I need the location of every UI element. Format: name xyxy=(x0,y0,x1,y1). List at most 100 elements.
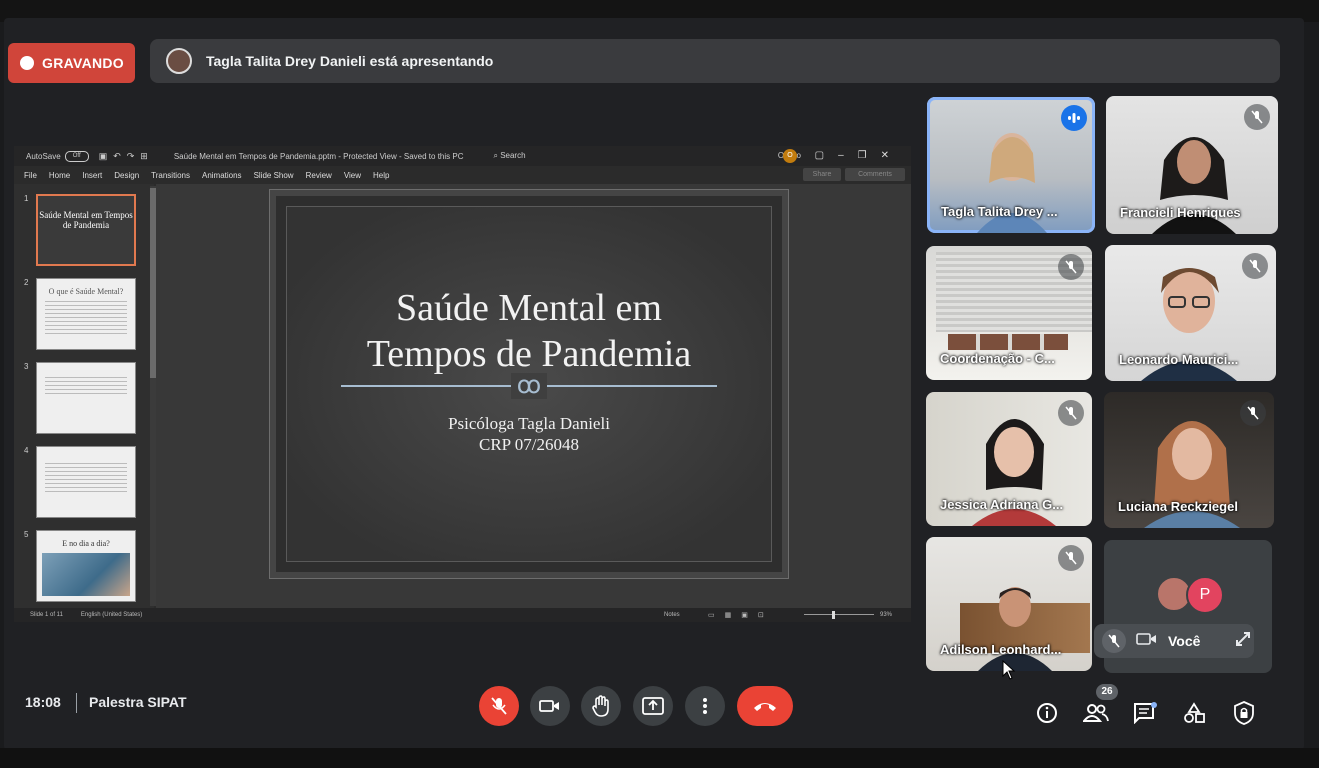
ribbon-tab-design[interactable]: Design xyxy=(114,171,139,180)
thumb-text-lines xyxy=(45,301,127,335)
presenting-text: Tagla Talita Drey Danieli está apresenta… xyxy=(206,53,494,69)
mic-off-icon xyxy=(1058,254,1084,280)
mic-off-icon[interactable] xyxy=(1102,629,1126,653)
participant-tile[interactable]: Adilson Leonhard... xyxy=(926,537,1092,671)
ppt-user-avatar: O xyxy=(783,149,797,163)
thumb-text-lines xyxy=(45,463,127,493)
ppt-search[interactable]: ⌕ Search xyxy=(493,151,525,161)
ribbon-tab-home[interactable]: Home xyxy=(49,171,70,180)
slide-frame: Saúde Mental em Tempos de Pandemia ꝏ Psi… xyxy=(286,206,772,562)
ppt-ribbon-tabs: File Home Insert Design Transitions Anim… xyxy=(14,166,911,184)
thumb-number: 1 xyxy=(24,194,29,203)
mouse-pointer-icon xyxy=(1002,660,1016,680)
ribbon-tab-file[interactable]: File xyxy=(24,171,37,180)
participant-name: Leonardo Maurici... xyxy=(1119,352,1239,367)
slide-thumbnail-1[interactable]: Saúde Mental em Tempos de Pandemia xyxy=(36,194,136,266)
people-button[interactable] xyxy=(1083,700,1109,726)
meeting-clock: 18:08 xyxy=(25,694,61,710)
expand-icon[interactable] xyxy=(1234,630,1252,653)
participant-tile[interactable]: Tagla Talita Drey ... xyxy=(927,97,1095,233)
recording-label: GRAVANDO xyxy=(42,55,124,71)
record-dot-icon xyxy=(20,56,34,70)
current-slide[interactable]: Saúde Mental em Tempos de Pandemia ꝏ Psi… xyxy=(269,189,789,579)
ribbon-tab-help[interactable]: Help xyxy=(373,171,389,180)
participant-tile[interactable]: Jessica Adriana G... xyxy=(926,392,1092,526)
zoom-level[interactable]: 93% xyxy=(880,612,892,618)
slide-thumbnail-2[interactable]: O que é Saúde Mental? xyxy=(36,278,136,350)
participant-name: Adilson Leonhard... xyxy=(940,642,1062,657)
leave-call-button[interactable] xyxy=(737,686,793,726)
window-controls[interactable]: ▢–❐✕ xyxy=(815,150,903,161)
camera-icon[interactable] xyxy=(1136,632,1158,651)
monitor-bezel-bottom xyxy=(0,748,1319,768)
ribbon-tab-review[interactable]: Review xyxy=(306,171,332,180)
slide-subtitle-line-2: CRP 07/26048 xyxy=(479,435,579,454)
people-icon xyxy=(1083,704,1109,722)
chat-button[interactable] xyxy=(1132,700,1158,726)
ppt-share-button[interactable]: Share xyxy=(803,168,841,181)
slide-thumbnail-3[interactable] xyxy=(36,362,136,434)
participant-tile[interactable]: Coordenação - C... xyxy=(926,246,1092,380)
slide-ornament: ꝏ xyxy=(287,371,771,400)
info-icon xyxy=(1037,703,1057,723)
thumb-image xyxy=(42,553,130,596)
present-screen-icon xyxy=(642,697,664,715)
slide-subtitle-line-1: Psicóloga Tagla Danieli xyxy=(448,414,610,433)
participant-tile[interactable]: Francieli Henriques xyxy=(1106,96,1278,234)
notes-button[interactable]: Notes xyxy=(664,612,680,618)
chat-icon xyxy=(1134,702,1157,724)
thumb-number: 4 xyxy=(24,446,29,455)
ppt-title-bar: AutoSave Off ▣↶↷⊞ Saúde Mental em Tempos… xyxy=(14,146,911,166)
quick-access-icons[interactable]: ▣↶↷⊞ xyxy=(99,151,154,162)
meeting-details-button[interactable] xyxy=(1034,700,1060,726)
thumb-title: Saúde Mental em Tempos de Pandemia xyxy=(39,210,133,230)
ribbon-tab-animations[interactable]: Animations xyxy=(202,171,242,180)
language-indicator[interactable]: English (United States) xyxy=(81,612,142,618)
hang-up-icon xyxy=(754,703,776,711)
mic-off-icon xyxy=(491,697,507,715)
zoom-slider[interactable] xyxy=(804,614,874,615)
hand-icon xyxy=(592,695,609,717)
self-name-label: Você xyxy=(1168,633,1201,649)
participant-name: Francieli Henriques xyxy=(1120,205,1241,220)
self-avatar: P xyxy=(1186,576,1224,614)
slide-title-line-1: Saúde Mental em xyxy=(396,287,662,329)
slide-thumbnail-5[interactable]: E no dia a dia? xyxy=(36,530,136,602)
ribbon-tab-slide-show[interactable]: Slide Show xyxy=(254,171,294,180)
background-window xyxy=(948,334,1068,350)
activities-button[interactable] xyxy=(1181,700,1207,726)
ppt-comments-button[interactable]: Comments xyxy=(845,168,905,181)
ribbon-tab-insert[interactable]: Insert xyxy=(82,171,102,180)
camera-toggle-button[interactable] xyxy=(530,686,570,726)
autosave-toggle[interactable]: Off xyxy=(64,150,89,162)
recording-badge[interactable]: GRAVANDO xyxy=(8,43,135,83)
mic-toggle-button[interactable] xyxy=(479,686,519,726)
participant-tile[interactable]: Leonardo Maurici... xyxy=(1105,245,1276,381)
shield-lock-icon xyxy=(1234,701,1254,725)
thumb-number: 2 xyxy=(24,278,29,287)
self-view-tile[interactable]: P Você xyxy=(1094,540,1272,673)
present-now-button[interactable] xyxy=(633,686,673,726)
more-vert-icon xyxy=(703,698,707,714)
host-controls-button[interactable] xyxy=(1231,700,1257,726)
slide-editing-area: Saúde Mental em Tempos de Pandemia ꝏ Psi… xyxy=(156,184,911,608)
ribbon-tab-view[interactable]: View xyxy=(344,171,361,180)
ribbon-tab-transitions[interactable]: Transitions xyxy=(151,171,190,180)
more-options-button[interactable] xyxy=(685,686,725,726)
mic-off-icon xyxy=(1058,400,1084,426)
slide-title: Saúde Mental em Tempos de Pandemia xyxy=(287,285,771,377)
view-mode-icons[interactable]: ▭▦▣⊡ xyxy=(708,611,774,619)
ornament-glyph: ꝏ xyxy=(510,373,548,399)
slide-thumbnail-4[interactable] xyxy=(36,446,136,518)
autosave-label: AutoSave xyxy=(26,151,61,161)
zoom-slider-handle[interactable] xyxy=(832,611,835,619)
participant-tile[interactable]: Luciana Reckziegel xyxy=(1104,392,1274,528)
thumb-number: 5 xyxy=(24,530,29,539)
mic-off-icon xyxy=(1242,253,1268,279)
mic-off-icon xyxy=(1240,400,1266,426)
thumb-title: O que é Saúde Mental? xyxy=(48,287,124,296)
raise-hand-button[interactable] xyxy=(581,686,621,726)
shared-powerpoint-window: AutoSave Off ▣↶↷⊞ Saúde Mental em Tempos… xyxy=(14,146,911,622)
ppt-document-title: Saúde Mental em Tempos de Pandemia.pptm … xyxy=(173,151,464,161)
participant-name: Tagla Talita Drey ... xyxy=(941,204,1058,219)
